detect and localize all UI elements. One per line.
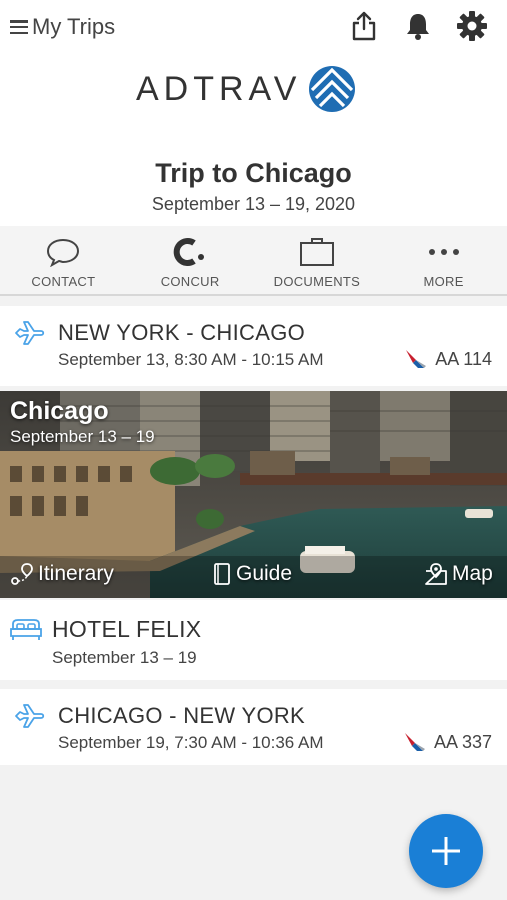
flight-segment-card[interactable]: CHICAGO - NEW YORK September 19, 7:30 AM… — [0, 689, 507, 765]
itinerary-link[interactable]: Itinerary — [10, 562, 114, 586]
adtrav-logo: ADTRAV — [136, 64, 357, 114]
hotel-name: HOTEL FELIX — [52, 616, 202, 642]
map-label: Map — [452, 562, 493, 585]
map-pin-icon — [425, 563, 447, 585]
city-guide-card[interactable]: Chicago September 13 – 19 Itinerary Guid… — [0, 391, 507, 598]
contact-label: CONTACT — [31, 274, 96, 289]
my-trips-label: My Trips — [32, 14, 116, 39]
trip-dates: September 13 – 19, 2020 — [151, 194, 356, 214]
guide-link[interactable]: Guide — [212, 562, 292, 586]
flight-route: NEW YORK - CHICAGO — [58, 320, 306, 345]
top-bar: My Trips — [0, 0, 507, 56]
plus-icon — [432, 837, 460, 865]
airplane-icon — [15, 321, 45, 345]
share-button[interactable] — [347, 9, 381, 43]
american-airlines-logo-icon — [404, 733, 425, 751]
trip-title: Trip to Chicago — [155, 158, 352, 188]
flight-time: September 19, 7:30 AM - 10:36 AM — [58, 733, 324, 752]
my-trips-menu-button[interactable]: My Trips — [10, 12, 115, 42]
trip-actions-bar: CONTACT CONCUR DOCUMENTS MORE — [0, 226, 507, 296]
add-segment-button[interactable] — [409, 814, 483, 888]
hotel-segment-card[interactable]: HOTEL FELIX September 13 – 19 — [0, 600, 507, 680]
city-name: Chicago — [10, 397, 109, 425]
contact-button[interactable]: CONTACT — [0, 226, 127, 294]
documents-label: DOCUMENTS — [273, 274, 361, 289]
flight-route: CHICAGO - NEW YORK — [58, 703, 306, 728]
logo-text: ADTRAV — [136, 69, 302, 108]
airplane-icon — [15, 704, 45, 728]
itinerary-label: Itinerary — [38, 562, 114, 585]
chat-bubble-icon — [47, 238, 80, 267]
adtrav-chevron-logo-icon — [309, 66, 356, 112]
concur-icon — [173, 238, 205, 266]
map-link[interactable]: Map — [424, 562, 493, 586]
bed-icon — [10, 619, 42, 640]
flight-segment-card[interactable]: NEW YORK - CHICAGO September 13, 8:30 AM… — [0, 306, 507, 386]
guide-label: Guide — [236, 562, 293, 585]
more-label: MORE — [423, 274, 464, 289]
trip-header: ADTRAV Trip to Chicago September 13 – 19… — [0, 56, 507, 226]
gear-icon — [457, 11, 487, 41]
city-dates: September 13 – 19 — [10, 427, 155, 446]
flight-number: AA 114 — [435, 348, 492, 369]
share-icon — [352, 11, 376, 41]
flight-time: September 13, 8:30 AM - 10:15 AM — [58, 350, 324, 369]
hotel-dates: September 13 – 19 — [52, 648, 197, 667]
flight-number: AA 337 — [433, 731, 492, 752]
more-dots-icon — [428, 249, 459, 255]
route-pin-icon — [11, 563, 33, 585]
menu-icon — [10, 20, 28, 34]
bell-icon — [407, 14, 429, 40]
guide-book-icon — [214, 563, 230, 585]
briefcase-icon — [299, 238, 334, 266]
concur-button[interactable]: CONCUR — [127, 226, 254, 294]
settings-button[interactable] — [455, 9, 489, 43]
more-button[interactable]: MORE — [380, 226, 507, 294]
documents-button[interactable]: DOCUMENTS — [254, 226, 381, 294]
notifications-button[interactable] — [401, 9, 435, 43]
concur-label: CONCUR — [160, 274, 220, 289]
american-airlines-logo-icon — [406, 350, 427, 368]
